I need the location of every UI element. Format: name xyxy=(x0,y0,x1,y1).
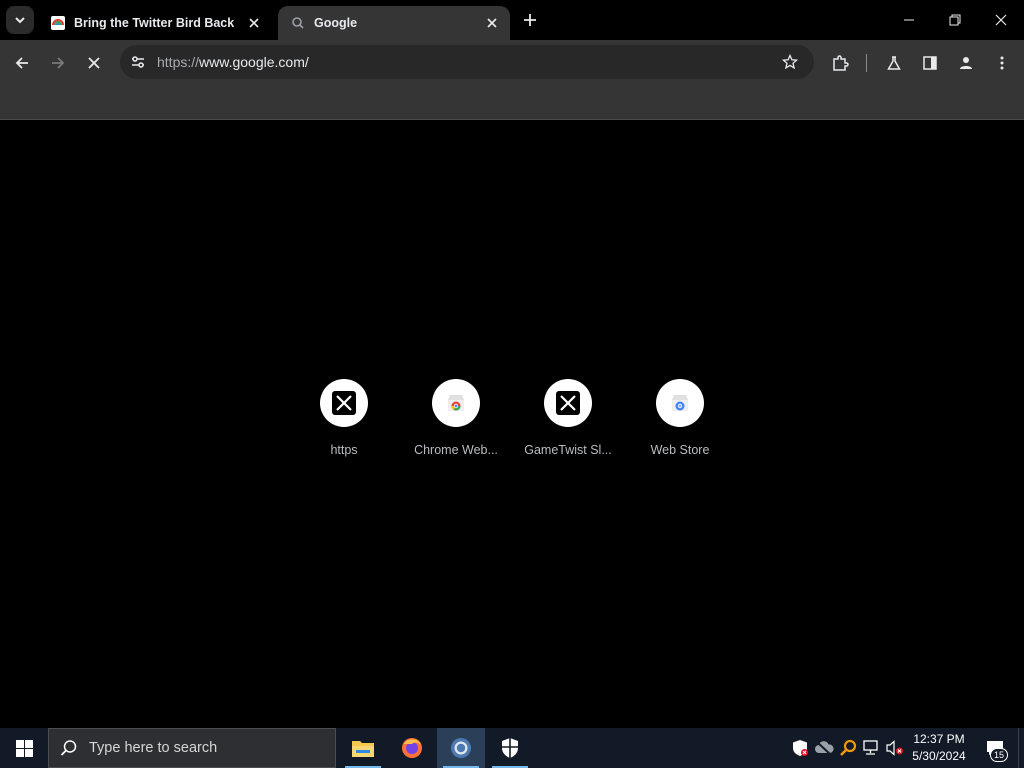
shortcut-label: https xyxy=(330,443,358,457)
search-icon xyxy=(49,739,89,757)
labs-button[interactable] xyxy=(878,47,910,79)
taskbar-search-box[interactable]: Type here to search xyxy=(48,728,336,768)
cloud-offline-tray-icon[interactable] xyxy=(814,738,834,758)
taskbar-windows-security[interactable] xyxy=(486,728,534,768)
security-alert-tray-icon[interactable] xyxy=(790,738,810,758)
file-explorer-icon xyxy=(352,741,374,757)
tab-google[interactable]: Google xyxy=(278,6,510,40)
shortcut-tile xyxy=(544,379,592,427)
close-icon xyxy=(88,57,100,69)
profile-button[interactable] xyxy=(950,47,982,79)
url-text[interactable]: https://www.google.com/ xyxy=(157,54,309,70)
shortcut-tile xyxy=(320,379,368,427)
system-clock[interactable]: 12:37 PM 5/30/2024 xyxy=(900,731,978,765)
close-icon xyxy=(995,14,1007,26)
taskbar-firefox[interactable] xyxy=(388,728,436,768)
firefox-icon xyxy=(402,738,422,758)
chrome-icon xyxy=(451,738,471,758)
chrome-web-store-icon xyxy=(448,395,464,411)
new-tab-page: https Chrome Web... GameTwist Sl... Web … xyxy=(0,121,1024,728)
toolbar-separator xyxy=(866,54,867,72)
forward-button[interactable] xyxy=(42,47,74,79)
flask-icon xyxy=(887,56,901,70)
windows-logo-icon xyxy=(15,739,33,757)
menu-button[interactable] xyxy=(986,47,1018,79)
back-button[interactable] xyxy=(6,47,38,79)
tab-search-button[interactable] xyxy=(6,6,34,34)
x-logo-icon xyxy=(332,391,356,415)
shortcut-label: Chrome Web... xyxy=(414,443,498,457)
tab-bring-twitter-bird-back[interactable]: Bring the Twitter Bird Back xyxy=(38,6,272,40)
minimize-button[interactable] xyxy=(886,0,932,40)
plus-icon xyxy=(524,14,536,26)
tab-title: Google xyxy=(314,16,358,30)
url-scheme: https:// xyxy=(157,54,200,70)
shortcut-gametwist[interactable]: GameTwist Sl... xyxy=(512,379,624,469)
stop-loading-button[interactable] xyxy=(78,47,110,79)
new-tab-button[interactable] xyxy=(518,8,542,32)
shortcut-tile xyxy=(656,379,704,427)
shortcut-tile xyxy=(432,379,480,427)
windows-taskbar: Type here to search 12:37 PM 5/30/2024 1… xyxy=(0,728,1024,768)
bookmark-star-button[interactable] xyxy=(776,48,804,76)
arrow-right-icon xyxy=(52,57,65,69)
loading-favicon-icon xyxy=(290,15,306,31)
site-info-button[interactable] xyxy=(124,48,152,76)
restore-icon xyxy=(949,14,961,26)
star-icon xyxy=(782,54,798,70)
clock-time: 12:37 PM xyxy=(913,732,965,746)
start-button[interactable] xyxy=(0,728,48,768)
notification-count-badge: 15 xyxy=(990,748,1008,762)
extensions-button[interactable] xyxy=(824,47,856,79)
network-tray-icon[interactable] xyxy=(861,738,881,758)
puzzle-icon xyxy=(833,55,849,71)
url-host: www.google.com/ xyxy=(199,54,309,70)
restore-button[interactable] xyxy=(932,0,978,40)
search-key-tray-icon[interactable] xyxy=(838,738,858,758)
more-vert-icon xyxy=(1000,56,1004,70)
taskbar-file-explorer[interactable] xyxy=(339,728,387,768)
browser-toolbar: https://www.google.com/ xyxy=(0,40,1024,86)
tune-icon xyxy=(132,56,144,68)
show-desktop-button[interactable] xyxy=(1018,728,1024,768)
tab-strip: Bring the Twitter Bird Back Google xyxy=(0,0,1024,40)
address-bar[interactable]: https://www.google.com/ xyxy=(120,45,814,79)
arrow-left-icon xyxy=(15,57,28,69)
close-tab-icon[interactable] xyxy=(484,15,500,31)
search-placeholder: Type here to search xyxy=(89,740,218,756)
web-store-icon xyxy=(672,395,688,411)
close-tab-icon[interactable] xyxy=(246,15,262,31)
shortcut-label: Web Store xyxy=(650,443,710,457)
shortcut-label: GameTwist Sl... xyxy=(524,443,612,457)
windows-security-icon xyxy=(502,738,518,758)
bookmarks-bar xyxy=(0,86,1024,120)
side-panel-icon xyxy=(923,56,937,70)
close-window-button[interactable] xyxy=(978,0,1024,40)
taskbar-chrome[interactable] xyxy=(437,728,485,768)
person-icon xyxy=(960,57,972,69)
shortcut-chrome-web-store[interactable]: Chrome Web... xyxy=(400,379,512,469)
shortcut-https[interactable]: https xyxy=(288,379,400,469)
chevron-down-icon xyxy=(15,17,25,24)
side-panel-button[interactable] xyxy=(914,47,946,79)
tab-title: Bring the Twitter Bird Back xyxy=(74,16,235,30)
minimize-icon xyxy=(904,19,914,21)
shortcut-web-store[interactable]: Web Store xyxy=(624,379,736,469)
clock-date: 5/30/2024 xyxy=(912,749,966,763)
x-logo-icon xyxy=(556,391,580,415)
rainbow-favicon-icon xyxy=(50,15,66,31)
